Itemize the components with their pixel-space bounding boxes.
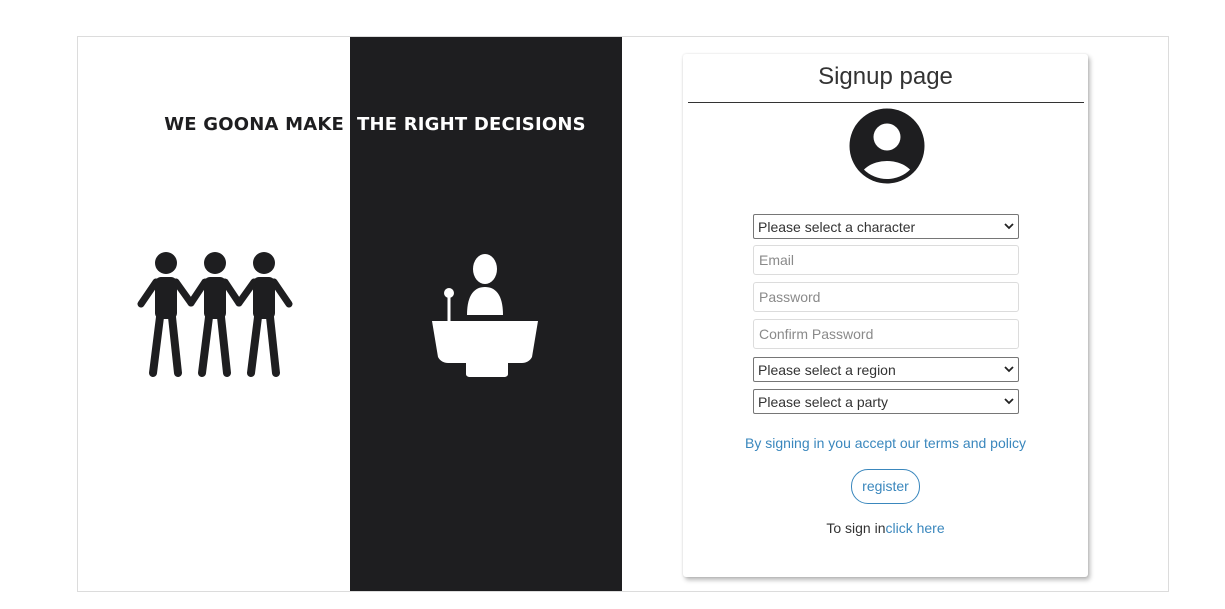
party-select-value: Please select a party: [758, 393, 888, 410]
three-people-holding-hands-icon: [137, 252, 293, 377]
hero-dark-panel: THE RIGHT DECISIONS: [350, 37, 622, 591]
region-select-value: Please select a region: [758, 361, 896, 378]
hero-left-panel: WE GOONA MAKE: [78, 37, 350, 591]
region-select[interactable]: Please select a region: [753, 357, 1019, 382]
terms-link[interactable]: By signing in you accept our terms and p…: [683, 435, 1088, 451]
page-title: Signup page: [818, 63, 953, 90]
chevron-down-icon: [1000, 366, 1018, 373]
signup-card: Signup page Please select a character Pl…: [683, 54, 1088, 577]
party-select[interactable]: Please select a party: [753, 389, 1019, 414]
page-frame: WE GOONA MAKE THE RIGHT DECISIONS Signup…: [77, 36, 1169, 592]
speaker-at-podium-icon: [432, 254, 538, 377]
slogan-right: THE RIGHT DECISIONS: [357, 114, 586, 135]
password-field[interactable]: [753, 282, 1019, 312]
signin-prefix: To sign in: [826, 520, 886, 536]
confirm-password-field[interactable]: [753, 319, 1019, 349]
chevron-down-icon: [1000, 223, 1018, 230]
register-button[interactable]: register: [851, 469, 920, 504]
email-field[interactable]: [753, 245, 1019, 275]
character-select-value: Please select a character: [758, 218, 916, 235]
character-select[interactable]: Please select a character: [753, 214, 1019, 239]
title-divider: [688, 102, 1084, 103]
signin-prompt: To sign inclick here: [683, 520, 1088, 536]
chevron-down-icon: [1000, 398, 1018, 405]
signin-link[interactable]: click here: [886, 520, 945, 536]
slogan-left: WE GOONA MAKE: [164, 114, 344, 135]
user-avatar-icon: [849, 108, 925, 184]
